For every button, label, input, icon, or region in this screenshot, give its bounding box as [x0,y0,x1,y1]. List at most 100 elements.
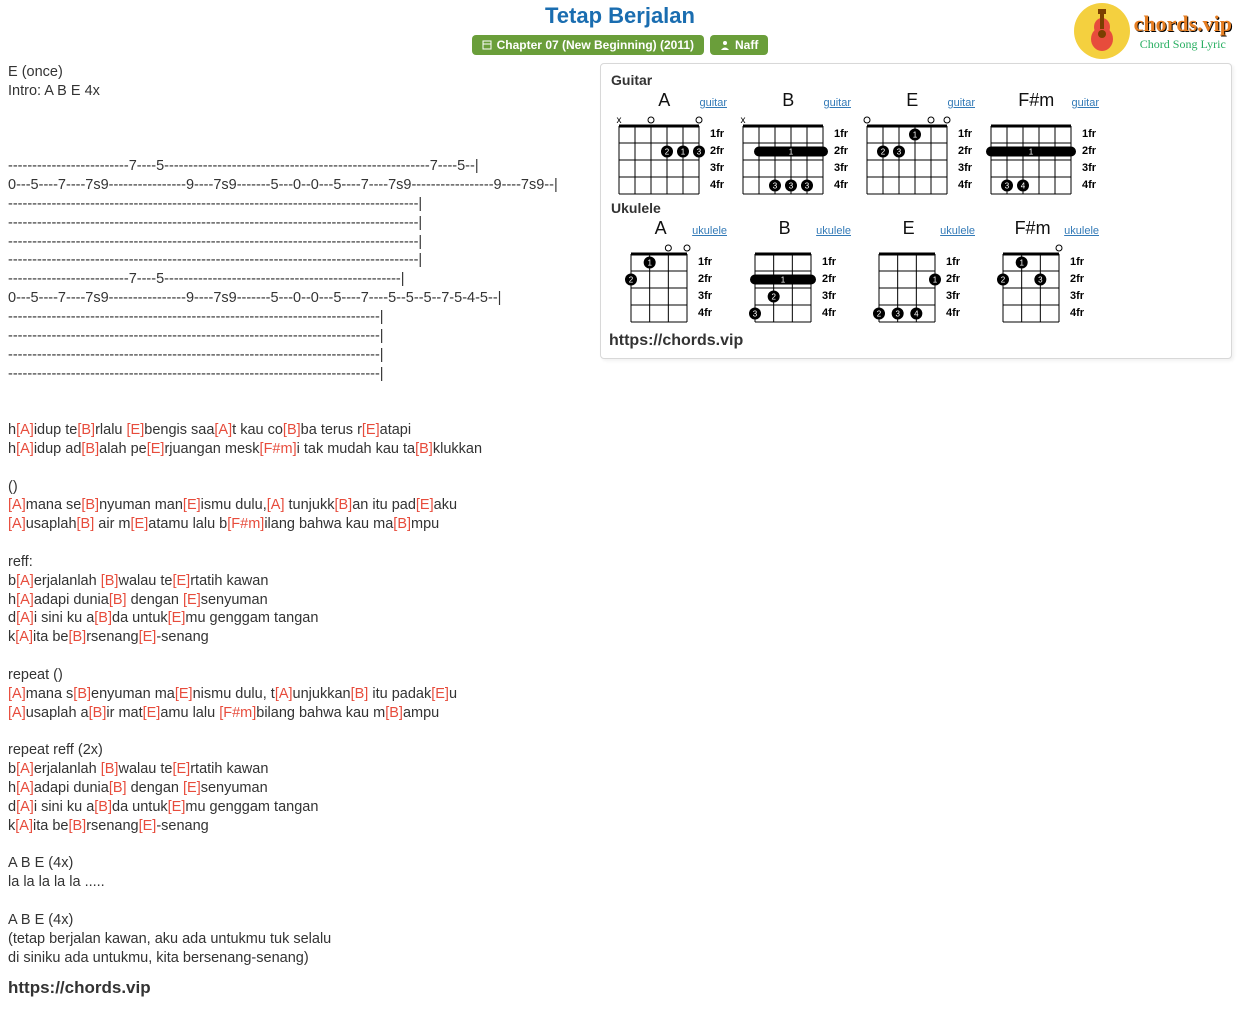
instrument-link[interactable]: ukulele [1064,225,1099,237]
fret-label: 1fr [1082,126,1096,143]
svg-text:x: x [740,115,745,126]
chord-name: A [629,218,692,239]
chord-name: E [877,90,947,111]
chord-diagram-Fsharpm: F#m guitar 134 1fr2fr3fr4fr [981,90,1099,198]
fret-label: 3fr [698,288,712,305]
chord-inline: [A] [16,799,34,815]
chord-inline: [A] [275,686,293,702]
chord-inline: [A] [16,780,34,796]
svg-text:3: 3 [753,310,758,319]
chord-inline: [F#m] [260,441,297,457]
svg-text:2: 2 [877,310,882,319]
chord-inline: [B] [109,780,127,796]
chord-inline: [E] [147,441,165,457]
chord-grid: 1234 [872,240,942,326]
chord-grid: x1333 [736,112,830,198]
fret-label: 1fr [698,254,712,271]
chord-name: B [753,90,823,111]
fret-label: 4fr [1082,177,1096,194]
svg-text:3: 3 [773,182,778,191]
fret-label: 3fr [710,160,724,177]
chord-inline: [A] [267,497,285,513]
bottom-site-link[interactable]: https://chords.vip [8,978,588,998]
svg-text:1: 1 [647,259,652,268]
chord-inline: [A] [8,497,26,513]
svg-text:2: 2 [881,148,886,157]
svg-text:1: 1 [789,148,794,157]
fret-label: 1fr [710,126,724,143]
album-label: Chapter 07 (New Beginning) (2011) [497,38,694,52]
chord-inline: [E] [131,516,149,532]
chord-inline: [A] [214,422,232,438]
chord-diagram-A: A ukulele 12 1fr2fr3fr4fr [609,218,727,326]
book-icon [482,40,492,50]
chord-diagram-panel: Guitar A guitar x213 1fr2fr3fr4fr B guit… [600,63,1232,359]
chord-inline: [E] [362,422,380,438]
fret-label: 4fr [1070,305,1084,322]
fret-label: 2fr [1070,271,1084,288]
chord-inline: [B] [89,705,107,721]
svg-text:1: 1 [781,276,786,285]
chord-name: B [753,218,816,239]
svg-text:2: 2 [665,148,670,157]
svg-text:3: 3 [1005,182,1010,191]
logo-brand: chords.vip [1134,11,1232,37]
chord-diagram-B: B guitar x1333 1fr2fr3fr4fr [733,90,851,198]
fret-label: 2fr [710,143,724,160]
instrument-link[interactable]: ukulele [940,225,975,237]
fret-label: 2fr [1082,143,1096,160]
panel-site-link[interactable]: https://chords.vip [609,332,1223,350]
guitar-section-label: Guitar [611,72,1223,88]
fret-label: 2fr [958,143,972,160]
person-icon [720,40,730,50]
logo-subtitle: Chord Song Lyric [1134,37,1232,52]
fret-label: 2fr [834,143,848,160]
chord-inline: [A] [16,422,34,438]
svg-text:2: 2 [1001,276,1006,285]
chord-name: F#m [1001,218,1064,239]
fret-label: 3fr [1082,160,1096,177]
chord-grid: 123 [860,112,954,198]
chord-inline: [A] [16,573,34,589]
instrument-link[interactable]: ukulele [816,225,851,237]
chord-grid: 1 2 3 [996,240,1066,326]
instrument-link[interactable]: guitar [1071,97,1099,109]
chord-diagram-E: E guitar 123 1fr2fr3fr4fr [857,90,975,198]
chord-inline: [B] [334,497,352,513]
instrument-link[interactable]: ukulele [692,225,727,237]
chord-inline: [B] [73,686,91,702]
chord-inline: [B] [68,629,86,645]
chord-inline: [B] [385,705,403,721]
chord-inline: [B] [109,592,127,608]
instrument-link[interactable]: guitar [699,97,727,109]
site-logo[interactable]: chords.vip Chord Song Lyric [1074,3,1232,59]
chord-inline: [A] [16,610,34,626]
chord-name: F#m [1001,90,1071,111]
chord-inline: [E] [431,686,449,702]
chord-inline: [B] [68,818,86,834]
artist-badge[interactable]: Naff [710,35,768,55]
chord-inline: [B] [77,516,95,532]
chord-inline: [A] [15,818,33,834]
fret-label: 3fr [958,160,972,177]
svg-text:1: 1 [933,276,938,285]
fret-label: 3fr [822,288,836,305]
chord-grid: 134 [984,112,1078,198]
svg-text:2: 2 [629,276,634,285]
svg-text:3: 3 [897,148,902,157]
chord-grid: x213 [612,112,706,198]
chord-grid: 132 [748,240,818,326]
instrument-link[interactable]: guitar [823,97,851,109]
chord-inline: [A] [8,516,26,532]
svg-text:1: 1 [1019,259,1024,268]
ukulele-section-label: Ukulele [611,200,1223,216]
chord-inline: [B] [94,799,112,815]
fret-label: 4fr [710,177,724,194]
fret-label: 1fr [834,126,848,143]
instrument-link[interactable]: guitar [947,97,975,109]
chord-inline: [E] [172,761,190,777]
chord-inline: [F#m] [219,705,256,721]
album-badge[interactable]: Chapter 07 (New Beginning) (2011) [472,35,704,55]
svg-text:3: 3 [1038,276,1043,285]
chord-inline: [A] [16,592,34,608]
